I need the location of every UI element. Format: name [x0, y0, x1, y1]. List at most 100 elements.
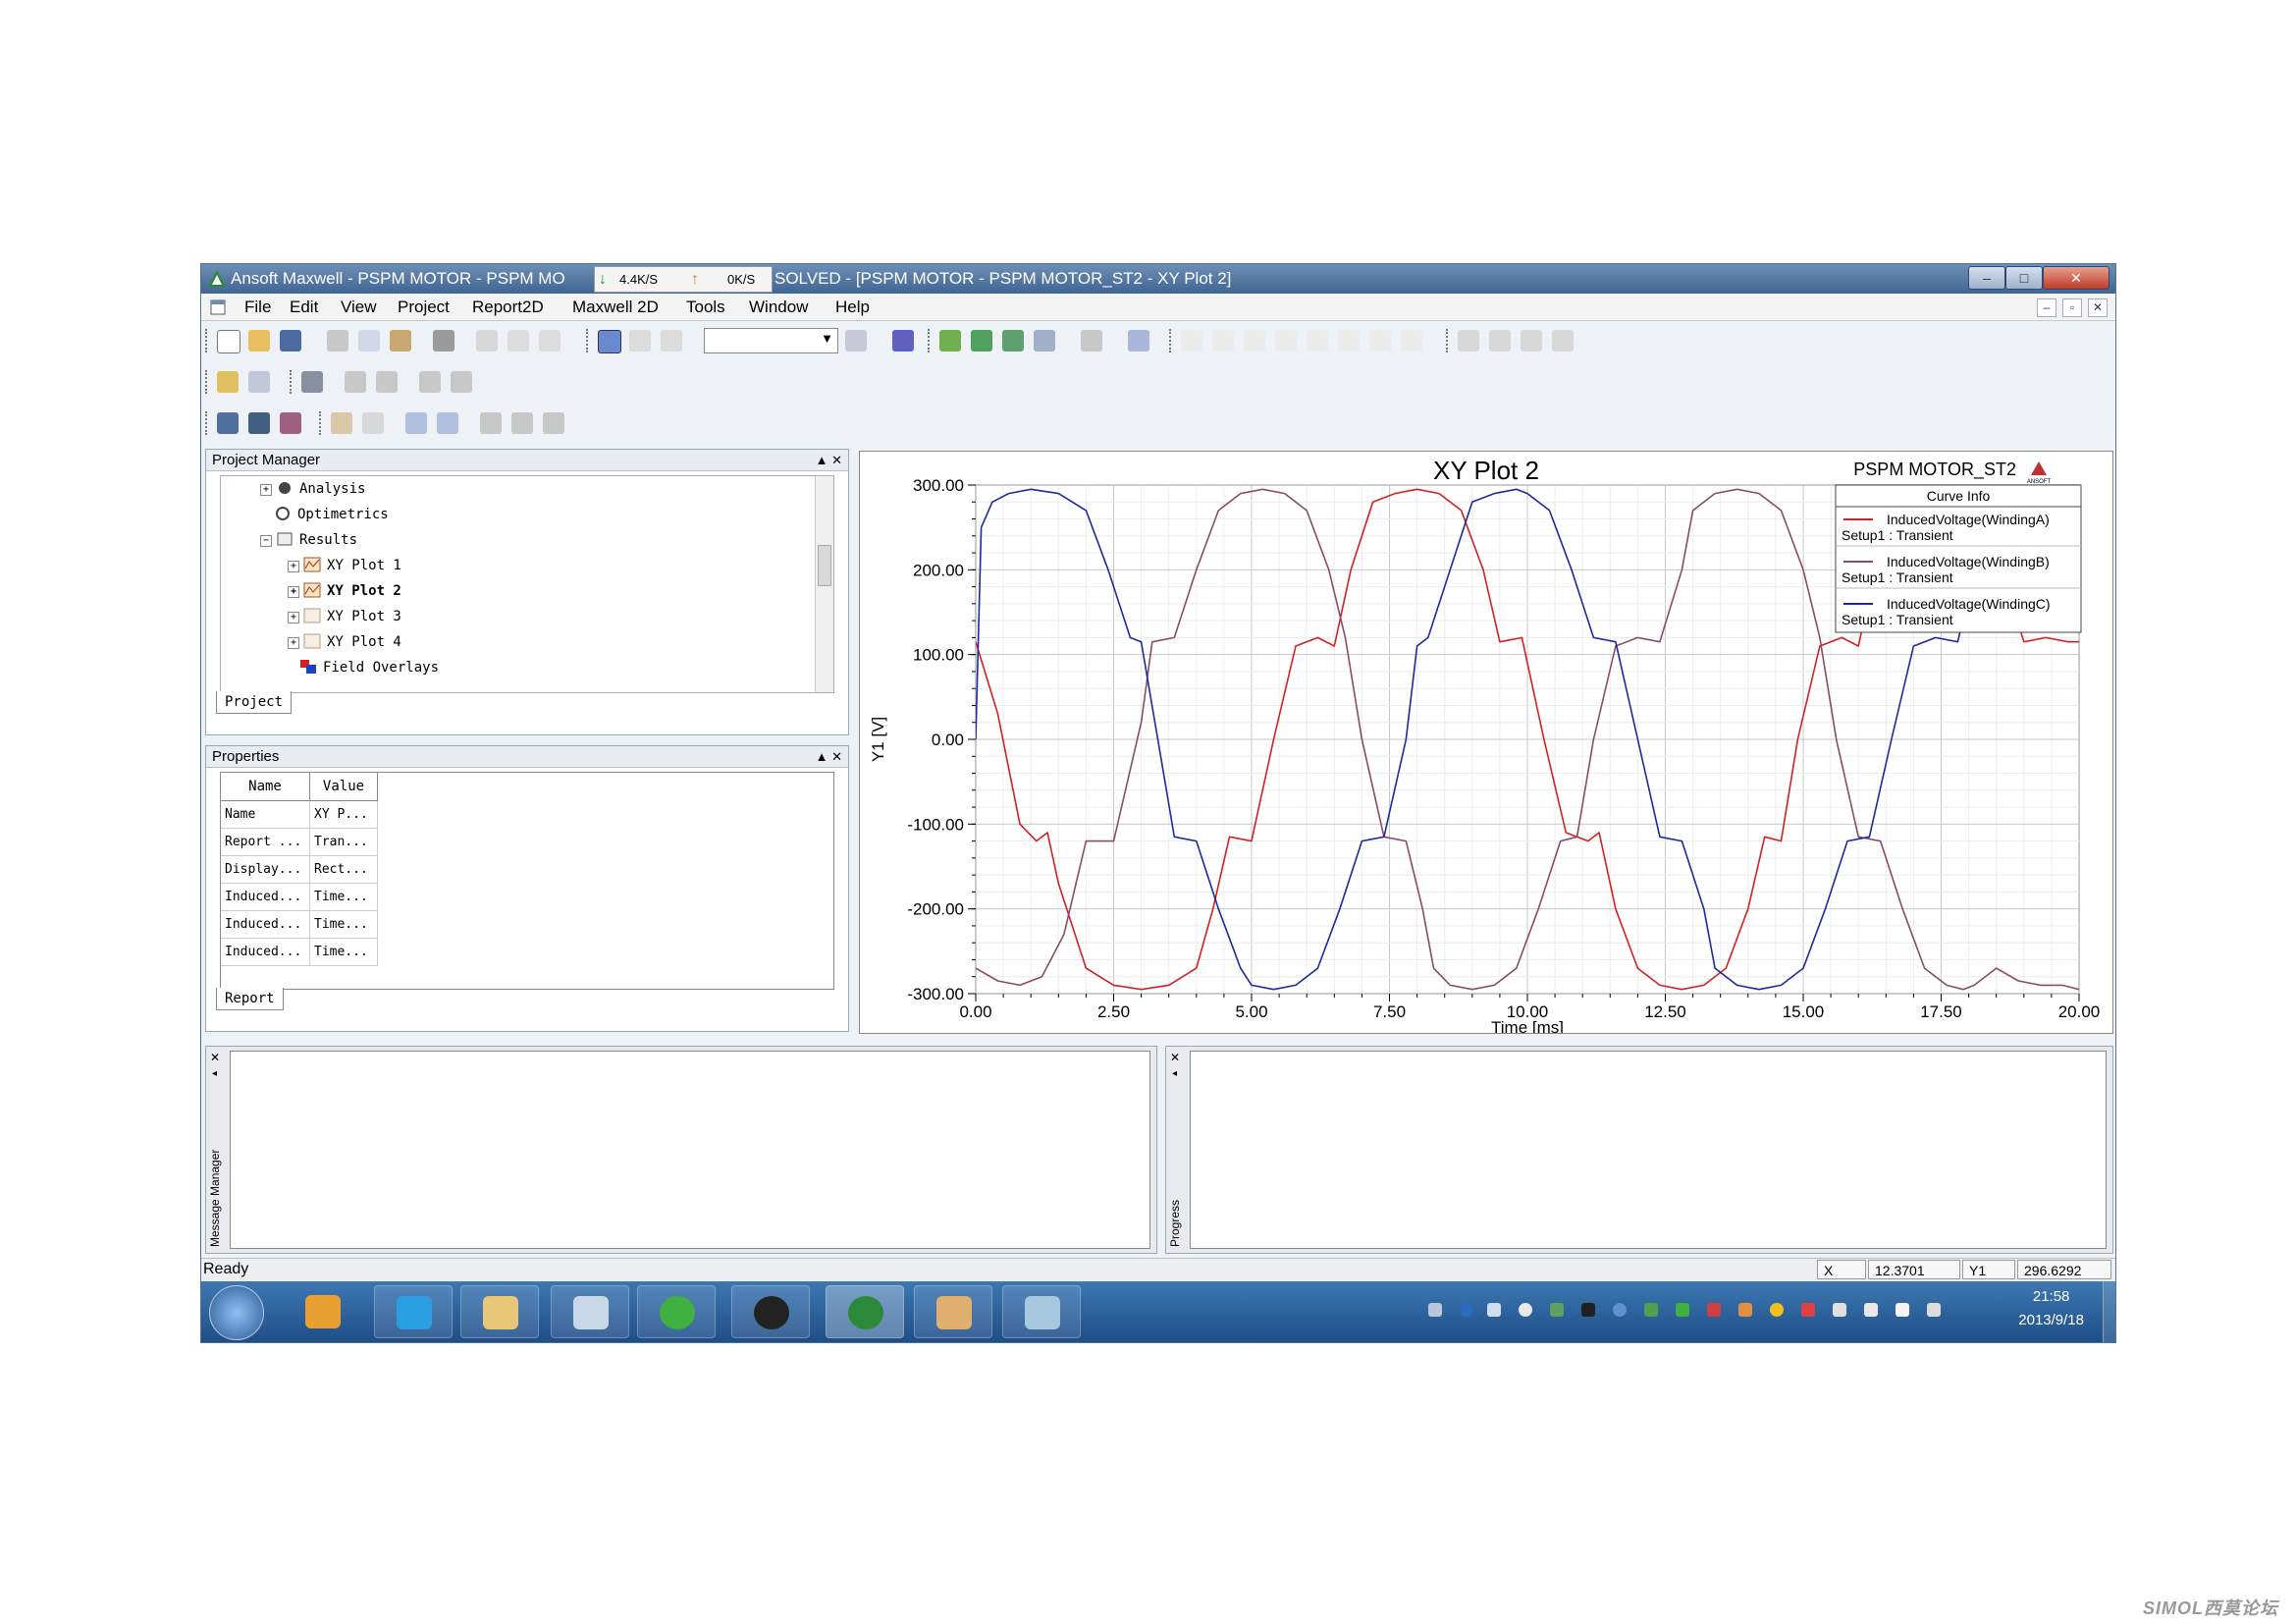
menu-view[interactable]: View: [341, 298, 377, 317]
start-button-icon[interactable]: [209, 1285, 264, 1340]
copy-icon[interactable]: [358, 330, 380, 352]
curve-shape-icon[interactable]: [1244, 330, 1265, 352]
tray-volume-icon[interactable]: [1864, 1303, 1878, 1317]
expand-icon[interactable]: +: [288, 561, 299, 572]
toolbar-grip[interactable]: [1169, 329, 1175, 352]
taskbar-app[interactable]: [284, 1285, 362, 1338]
zoom-in-icon[interactable]: [480, 412, 502, 434]
tree-item-analysis[interactable]: + Analysis: [260, 480, 365, 497]
delete-icon[interactable]: [476, 330, 498, 352]
curve-shape-icon[interactable]: [1212, 330, 1234, 352]
xy-plot-chart[interactable]: XY Plot 2 PSPM MOTOR_ST2 ANSOFT 300.00 20…: [860, 452, 2112, 1033]
curve-shape-icon[interactable]: [1401, 330, 1422, 352]
tray-icon[interactable]: [1676, 1303, 1689, 1317]
redo-icon[interactable]: [539, 330, 561, 352]
column-header-value[interactable]: Value: [310, 773, 378, 801]
move-icon[interactable]: [629, 330, 651, 352]
help-icon[interactable]: [217, 371, 239, 393]
find-icon[interactable]: [1081, 330, 1102, 352]
tray-shield-icon[interactable]: [1550, 1303, 1564, 1317]
zoom-out-icon[interactable]: [511, 412, 533, 434]
cut-icon[interactable]: [327, 330, 348, 352]
toolbar-grip[interactable]: [1446, 329, 1452, 352]
tray-icon[interactable]: [1707, 1303, 1721, 1317]
pan-hand-icon[interactable]: [331, 412, 352, 434]
expand-icon[interactable]: +: [288, 586, 299, 598]
tree-item-results[interactable]: − Results: [260, 531, 357, 548]
taskbar-app[interactable]: [551, 1285, 629, 1338]
toolbar-grip[interactable]: [586, 329, 592, 352]
curve-shape-icon[interactable]: [1338, 330, 1360, 352]
taskbar-app-maxwell[interactable]: [826, 1285, 904, 1338]
menu-file[interactable]: File: [244, 298, 271, 317]
panel-close-icon[interactable]: ✕: [1170, 1051, 1180, 1064]
tray-cloud-icon[interactable]: [1519, 1303, 1532, 1317]
undo-icon[interactable]: [507, 330, 529, 352]
view-mode-icon[interactable]: [451, 371, 472, 393]
selection-combobox[interactable]: ▼: [704, 328, 838, 353]
taskbar-app[interactable]: [1002, 1285, 1081, 1338]
first-frame-icon[interactable]: [1458, 330, 1479, 352]
toolbar-grip[interactable]: [290, 370, 295, 394]
property-value-cell[interactable]: Time...: [310, 911, 378, 939]
tree-item-optimetrics[interactable]: Optimetrics: [274, 506, 389, 522]
toolbar-grip[interactable]: [205, 329, 211, 352]
scrollbar-thumb[interactable]: [818, 545, 831, 586]
toolbar-grip[interactable]: [205, 411, 211, 435]
print-icon[interactable]: [433, 330, 454, 352]
column-header-name[interactable]: Name: [221, 773, 310, 801]
mdi-close-button[interactable]: ✕: [2088, 298, 2108, 317]
tray-flag-icon[interactable]: [1801, 1303, 1815, 1317]
tree-scrollbar[interactable]: [815, 476, 833, 692]
tab-report[interactable]: Report: [216, 988, 284, 1010]
tab-project[interactable]: Project: [216, 691, 293, 714]
mdi-minimize-button[interactable]: –: [2037, 298, 2056, 317]
tree-item-xy-plot-1[interactable]: + XY Plot 1: [288, 557, 401, 573]
tray-keyboard-icon[interactable]: [1428, 1303, 1442, 1317]
menu-window[interactable]: Window: [749, 298, 808, 317]
results-icon[interactable]: [1002, 330, 1024, 352]
property-value-cell[interactable]: Time...: [310, 939, 378, 966]
maximize-button[interactable]: □: [2005, 266, 2043, 290]
taskbar-app[interactable]: [914, 1285, 992, 1338]
curve-shape-icon[interactable]: [1369, 330, 1391, 352]
property-name-cell[interactable]: Name: [221, 801, 310, 829]
tray-display-icon[interactable]: [1896, 1303, 1909, 1317]
property-value-cell[interactable]: XY P...: [310, 801, 378, 829]
view-eye-icon[interactable]: [301, 371, 323, 393]
property-name-cell[interactable]: Induced...: [221, 884, 310, 911]
analyze-all-icon[interactable]: [971, 330, 992, 352]
report-settings-icon[interactable]: [845, 330, 867, 352]
view-mode-icon[interactable]: [376, 371, 398, 393]
tray-help-icon[interactable]: [1460, 1303, 1473, 1317]
curve-shape-icon[interactable]: [1275, 330, 1297, 352]
zoom-fit-icon[interactable]: [437, 412, 458, 434]
show-desktop-button[interactable]: [2103, 1281, 2115, 1342]
camera-icon[interactable]: [217, 412, 239, 434]
table-icon[interactable]: [1034, 330, 1055, 352]
zoom-region-icon[interactable]: [405, 412, 427, 434]
view-mode-icon[interactable]: [419, 371, 441, 393]
panel-controls[interactable]: ▲ ✕: [816, 450, 842, 471]
tree-item-field-overlays[interactable]: Field Overlays: [299, 659, 439, 676]
property-name-cell[interactable]: Display...: [221, 856, 310, 884]
tree-item-xy-plot-4[interactable]: + XY Plot 4: [288, 633, 401, 650]
panel-pin-icon[interactable]: ◂: [1172, 1068, 1177, 1079]
toolbar-grip[interactable]: [205, 370, 211, 394]
last-frame-icon[interactable]: [1552, 330, 1574, 352]
validate-icon[interactable]: [892, 330, 914, 352]
tray-icon[interactable]: [1644, 1303, 1658, 1317]
curve-shape-icon[interactable]: [1307, 330, 1328, 352]
context-help-icon[interactable]: [248, 371, 270, 393]
menu-help[interactable]: Help: [835, 298, 870, 317]
property-value-cell[interactable]: Time...: [310, 884, 378, 911]
close-button[interactable]: ✕: [2043, 266, 2109, 290]
tray-icon[interactable]: [1738, 1303, 1752, 1317]
tray-device-icon[interactable]: [1833, 1303, 1846, 1317]
property-name-cell[interactable]: Induced...: [221, 939, 310, 966]
property-name-cell[interactable]: Induced...: [221, 911, 310, 939]
grid-icon[interactable]: [248, 412, 270, 434]
menu-edit[interactable]: Edit: [290, 298, 318, 317]
mdi-restore-button[interactable]: ▫: [2062, 298, 2082, 317]
orient-icon[interactable]: [543, 412, 564, 434]
